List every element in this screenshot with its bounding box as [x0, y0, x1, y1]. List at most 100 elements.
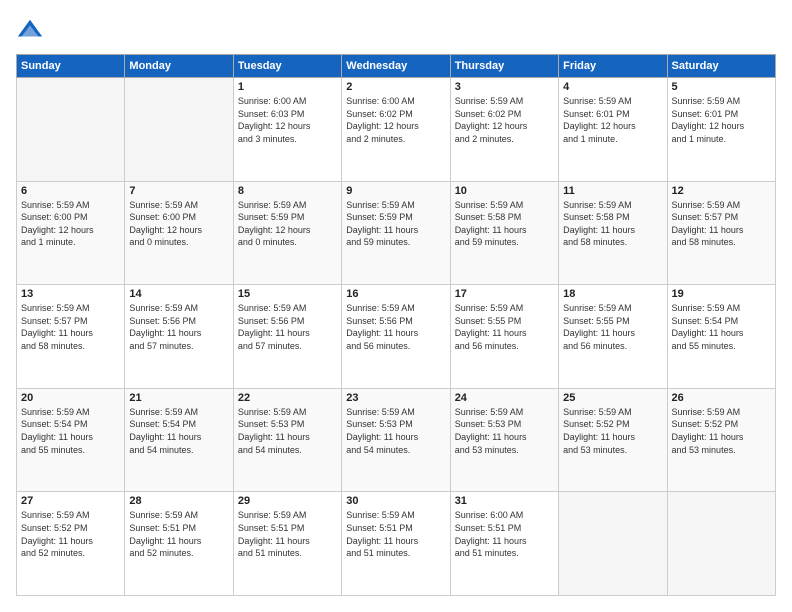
day-info: Sunrise: 5:59 AM Sunset: 5:59 PM Dayligh…	[238, 199, 337, 249]
calendar-cell	[559, 492, 667, 596]
day-number: 23	[346, 392, 445, 404]
calendar-cell: 25 Sunrise: 5:59 AM Sunset: 5:52 PM Dayli…	[559, 388, 667, 492]
day-number: 24	[455, 392, 554, 404]
day-info: Sunrise: 5:59 AM Sunset: 5:56 PM Dayligh…	[129, 302, 228, 352]
day-info: Sunrise: 5:59 AM Sunset: 5:57 PM Dayligh…	[672, 199, 771, 249]
calendar-cell: 21 Sunrise: 5:59 AM Sunset: 5:54 PM Dayli…	[125, 388, 233, 492]
day-number: 14	[129, 288, 228, 300]
calendar-cell: 24 Sunrise: 5:59 AM Sunset: 5:53 PM Dayli…	[450, 388, 558, 492]
week-row-5: 27 Sunrise: 5:59 AM Sunset: 5:52 PM Dayli…	[17, 492, 776, 596]
calendar-cell: 19 Sunrise: 5:59 AM Sunset: 5:54 PM Dayli…	[667, 285, 775, 389]
weekday-header-monday: Monday	[125, 55, 233, 78]
day-info: Sunrise: 5:59 AM Sunset: 6:01 PM Dayligh…	[563, 95, 662, 145]
calendar-cell: 22Sunrise: 5:59 AM Sunset: 5:53 PM Dayli…	[233, 388, 341, 492]
day-info: Sunrise: 5:59 AM Sunset: 6:01 PM Dayligh…	[672, 95, 771, 145]
day-number: 18	[563, 288, 662, 300]
weekday-header-tuesday: Tuesday	[233, 55, 341, 78]
logo	[16, 16, 48, 44]
calendar-cell: 26 Sunrise: 5:59 AM Sunset: 5:52 PM Dayli…	[667, 388, 775, 492]
calendar-cell: 1 Sunrise: 6:00 AM Sunset: 6:03 PM Daylig…	[233, 78, 341, 182]
calendar-cell: 17Sunrise: 5:59 AM Sunset: 5:55 PM Dayli…	[450, 285, 558, 389]
day-number: 15	[238, 288, 337, 300]
day-number: 28	[129, 495, 228, 507]
calendar-cell: 8 Sunrise: 5:59 AM Sunset: 5:59 PM Daylig…	[233, 181, 341, 285]
header	[16, 16, 776, 44]
day-info: Sunrise: 5:59 AM Sunset: 5:52 PM Dayligh…	[563, 406, 662, 456]
calendar-cell: 4 Sunrise: 5:59 AM Sunset: 6:01 PM Daylig…	[559, 78, 667, 182]
day-number: 3	[455, 81, 554, 93]
day-info: Sunrise: 5:59 AM Sunset: 5:54 PM Dayligh…	[21, 406, 120, 456]
day-number: 8	[238, 185, 337, 197]
day-number: 19	[672, 288, 771, 300]
day-number: 13	[21, 288, 120, 300]
day-number: 20	[21, 392, 120, 404]
calendar-cell: 6 Sunrise: 5:59 AM Sunset: 6:00 PM Daylig…	[17, 181, 125, 285]
calendar-cell: 23 Sunrise: 5:59 AM Sunset: 5:53 PM Dayli…	[342, 388, 450, 492]
calendar-cell: 11 Sunrise: 5:59 AM Sunset: 5:58 PM Dayli…	[559, 181, 667, 285]
day-number: 29	[238, 495, 337, 507]
day-info: Sunrise: 5:59 AM Sunset: 5:54 PM Dayligh…	[672, 302, 771, 352]
week-row-1: 1 Sunrise: 6:00 AM Sunset: 6:03 PM Daylig…	[17, 78, 776, 182]
calendar-cell: 20 Sunrise: 5:59 AM Sunset: 5:54 PM Dayli…	[17, 388, 125, 492]
day-number: 2	[346, 81, 445, 93]
calendar-cell: 31Sunrise: 6:00 AM Sunset: 5:51 PM Dayli…	[450, 492, 558, 596]
calendar-cell: 29 Sunrise: 5:59 AM Sunset: 5:51 PM Dayli…	[233, 492, 341, 596]
day-number: 6	[21, 185, 120, 197]
day-info: Sunrise: 5:59 AM Sunset: 5:51 PM Dayligh…	[129, 509, 228, 559]
calendar-cell: 5Sunrise: 5:59 AM Sunset: 6:01 PM Daylig…	[667, 78, 775, 182]
weekday-header-sunday: Sunday	[17, 55, 125, 78]
day-number: 4	[563, 81, 662, 93]
calendar-table: SundayMondayTuesdayWednesdayThursdayFrid…	[16, 54, 776, 596]
calendar-cell: 27 Sunrise: 5:59 AM Sunset: 5:52 PM Dayli…	[17, 492, 125, 596]
day-info: Sunrise: 6:00 AM Sunset: 6:03 PM Dayligh…	[238, 95, 337, 145]
calendar-cell	[125, 78, 233, 182]
logo-icon	[16, 16, 44, 44]
day-number: 11	[563, 185, 662, 197]
calendar-cell: 3Sunrise: 5:59 AM Sunset: 6:02 PM Daylig…	[450, 78, 558, 182]
weekday-header-thursday: Thursday	[450, 55, 558, 78]
day-info: Sunrise: 6:00 AM Sunset: 6:02 PM Dayligh…	[346, 95, 445, 145]
weekday-header-row: SundayMondayTuesdayWednesdayThursdayFrid…	[17, 55, 776, 78]
day-number: 7	[129, 185, 228, 197]
day-info: Sunrise: 5:59 AM Sunset: 5:54 PM Dayligh…	[129, 406, 228, 456]
day-info: Sunrise: 5:59 AM Sunset: 5:52 PM Dayligh…	[672, 406, 771, 456]
day-info: Sunrise: 5:59 AM Sunset: 6:00 PM Dayligh…	[129, 199, 228, 249]
calendar-cell: 18Sunrise: 5:59 AM Sunset: 5:55 PM Dayli…	[559, 285, 667, 389]
day-number: 12	[672, 185, 771, 197]
calendar-cell: 30 Sunrise: 5:59 AM Sunset: 5:51 PM Dayli…	[342, 492, 450, 596]
day-number: 21	[129, 392, 228, 404]
calendar-cell: 28 Sunrise: 5:59 AM Sunset: 5:51 PM Dayli…	[125, 492, 233, 596]
calendar-cell: 2 Sunrise: 6:00 AM Sunset: 6:02 PM Daylig…	[342, 78, 450, 182]
weekday-header-saturday: Saturday	[667, 55, 775, 78]
day-number: 27	[21, 495, 120, 507]
calendar-cell: 12 Sunrise: 5:59 AM Sunset: 5:57 PM Dayli…	[667, 181, 775, 285]
day-number: 9	[346, 185, 445, 197]
calendar-cell	[667, 492, 775, 596]
weekday-header-wednesday: Wednesday	[342, 55, 450, 78]
weekday-header-friday: Friday	[559, 55, 667, 78]
calendar-cell: 14 Sunrise: 5:59 AM Sunset: 5:56 PM Dayli…	[125, 285, 233, 389]
day-info: Sunrise: 5:59 AM Sunset: 5:59 PM Dayligh…	[346, 199, 445, 249]
day-info: Sunrise: 5:59 AM Sunset: 5:56 PM Dayligh…	[238, 302, 337, 352]
day-info: Sunrise: 5:59 AM Sunset: 5:51 PM Dayligh…	[238, 509, 337, 559]
day-info: Sunrise: 5:59 AM Sunset: 5:52 PM Dayligh…	[21, 509, 120, 559]
day-number: 25	[563, 392, 662, 404]
day-number: 26	[672, 392, 771, 404]
week-row-3: 13Sunrise: 5:59 AM Sunset: 5:57 PM Dayli…	[17, 285, 776, 389]
week-row-2: 6 Sunrise: 5:59 AM Sunset: 6:00 PM Daylig…	[17, 181, 776, 285]
calendar-cell: 16Sunrise: 5:59 AM Sunset: 5:56 PM Dayli…	[342, 285, 450, 389]
day-info: Sunrise: 5:59 AM Sunset: 5:53 PM Dayligh…	[346, 406, 445, 456]
calendar-cell: 13Sunrise: 5:59 AM Sunset: 5:57 PM Dayli…	[17, 285, 125, 389]
day-number: 30	[346, 495, 445, 507]
day-number: 22	[238, 392, 337, 404]
week-row-4: 20 Sunrise: 5:59 AM Sunset: 5:54 PM Dayli…	[17, 388, 776, 492]
day-info: Sunrise: 5:59 AM Sunset: 5:51 PM Dayligh…	[346, 509, 445, 559]
calendar-cell: 9 Sunrise: 5:59 AM Sunset: 5:59 PM Daylig…	[342, 181, 450, 285]
day-info: Sunrise: 5:59 AM Sunset: 5:58 PM Dayligh…	[563, 199, 662, 249]
day-number: 1	[238, 81, 337, 93]
day-info: Sunrise: 5:59 AM Sunset: 6:00 PM Dayligh…	[21, 199, 120, 249]
day-number: 17	[455, 288, 554, 300]
day-info: Sunrise: 5:59 AM Sunset: 5:53 PM Dayligh…	[455, 406, 554, 456]
day-info: Sunrise: 5:59 AM Sunset: 5:56 PM Dayligh…	[346, 302, 445, 352]
page: SundayMondayTuesdayWednesdayThursdayFrid…	[0, 0, 792, 612]
